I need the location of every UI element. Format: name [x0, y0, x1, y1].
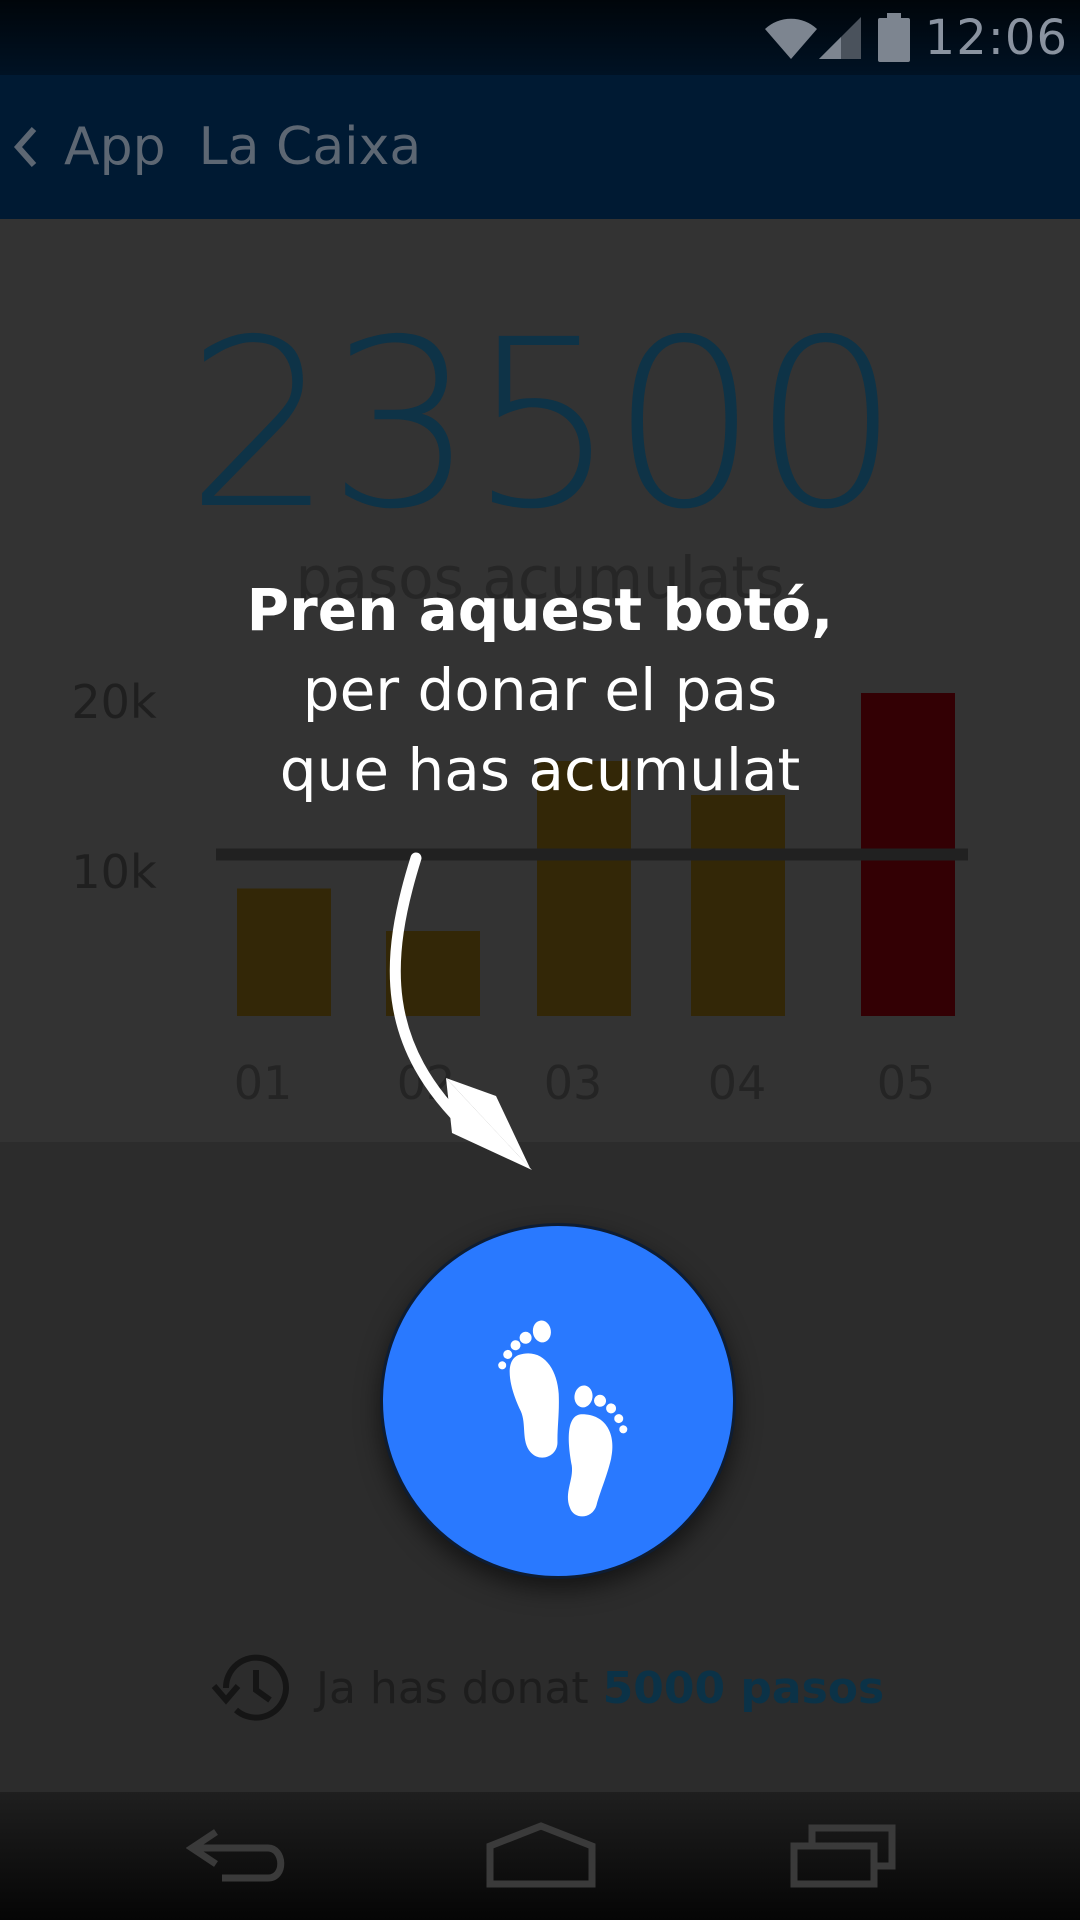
status-clock: 12:06 — [924, 9, 1068, 66]
app-title: App La Caixa — [64, 117, 422, 177]
x-tick-label: 02 — [397, 1056, 456, 1110]
wifi-icon — [763, 15, 819, 61]
x-tick-label: 03 — [544, 1056, 603, 1110]
chart-bar — [386, 931, 480, 1016]
signal-icon — [815, 15, 865, 61]
y-tick-label: 10k — [71, 845, 157, 899]
back-icon[interactable] — [186, 1822, 292, 1892]
chart-bar — [237, 888, 331, 1016]
nav-bar — [0, 1792, 1080, 1920]
screen: 12:06 App La Caixa 23500 pasos acumulats… — [0, 0, 1080, 1920]
x-tick-label: 04 — [708, 1056, 767, 1110]
donated-amount: 5000 pasos — [602, 1662, 885, 1714]
chevron-left-icon[interactable] — [10, 125, 40, 169]
app-bar: App La Caixa — [0, 75, 1080, 219]
x-tick-label: 05 — [877, 1056, 936, 1110]
status-bar: 12:06 — [0, 0, 1080, 75]
home-icon[interactable] — [486, 1822, 596, 1888]
x-tick-label: 01 — [234, 1056, 293, 1110]
battery-icon — [877, 12, 911, 63]
donated-summary: Ja has donat 5000 pasos — [210, 1648, 884, 1728]
footprints-icon — [498, 1320, 628, 1517]
recents-icon[interactable] — [790, 1822, 896, 1888]
donated-label: Ja has donat — [316, 1662, 589, 1714]
tip-line-2: per donar el pas — [302, 656, 778, 724]
tutorial-tip: Pren aquest botó, per donar el pas que h… — [0, 570, 1080, 810]
donate-steps-button[interactable] — [380, 1223, 736, 1579]
chart-reference-line — [216, 848, 968, 861]
chart-bar — [691, 795, 785, 1016]
history-icon — [211, 1654, 289, 1721]
tip-line-3: que has acumulat — [279, 736, 801, 804]
tip-line-1: Pren aquest botó, — [246, 576, 834, 644]
